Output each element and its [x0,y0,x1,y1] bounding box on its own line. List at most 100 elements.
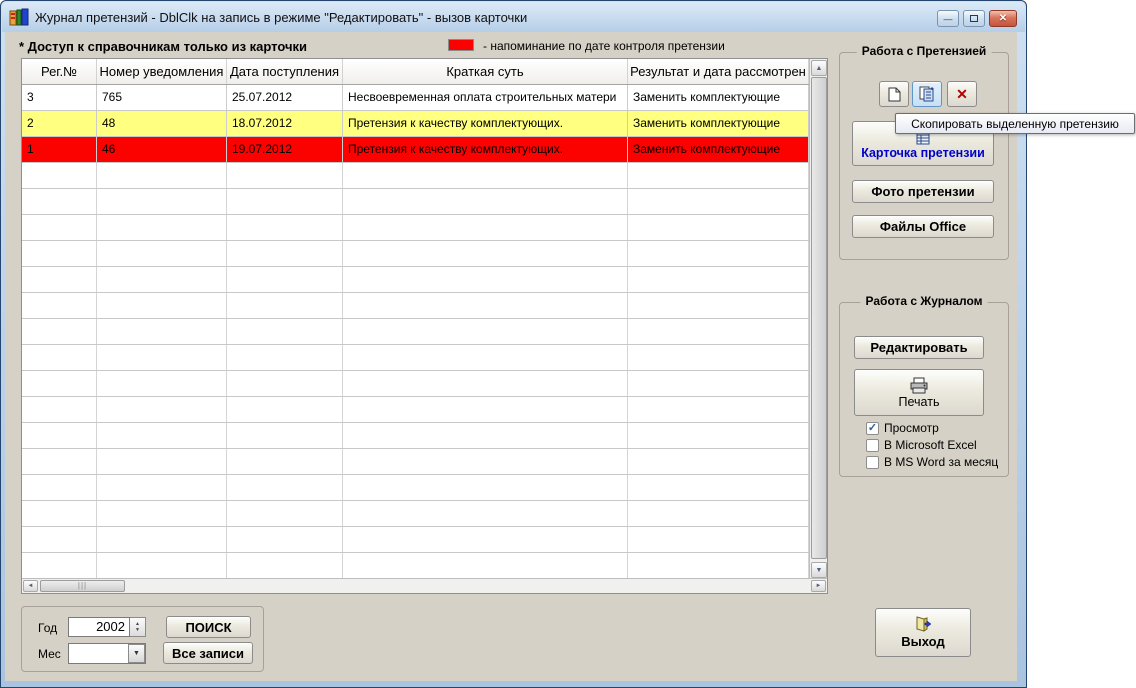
cell-reg: 1 [22,137,97,162]
dropdown-icon: ▼ [133,650,140,657]
vertical-scroll-thumb[interactable] [811,77,827,559]
table-row[interactable]: 3 765 25.07.2012 Несвоевременная оплата … [22,85,810,111]
copy-claim-tooltip: Скопировать выделенную претензию [895,113,1135,134]
app-window: Журнал претензий - DblClk на запись в ре… [0,0,1027,688]
search-button[interactable]: ПОИСК [166,616,251,638]
minimize-icon: — [943,13,953,24]
printer-icon [910,377,928,393]
claim-panel: Работа с Претензией ✕ Карточка претензии… [839,44,1009,260]
print-label: Печать [898,394,940,409]
table-row[interactable]: 2 48 18.07.2012 Претензия к качеству ком… [22,111,810,137]
word-checkbox-label: В MS Word за месяц [884,455,999,469]
edit-label: Редактировать [870,340,968,355]
table-empty-row [22,371,810,397]
print-button[interactable]: Печать [854,369,984,416]
exit-label: Выход [901,634,945,649]
scroll-down-icon: ▼ [815,567,823,574]
check-icon: ✓ [867,421,878,434]
cell-date: 19.07.2012 [227,137,343,162]
table-empty-row [22,553,810,579]
table-empty-row [22,423,810,449]
scroll-up-button[interactable]: ▲ [811,60,827,76]
new-claim-button[interactable] [879,81,909,107]
close-icon: ✕ [998,13,1008,24]
legend-color-swatch [448,39,474,51]
exit-button[interactable]: Выход [875,608,971,657]
table-row[interactable]: 1 46 19.07.2012 Претензия к качеству ком… [22,137,810,163]
col-header-reg[interactable]: Рег.№ [22,59,97,84]
cell-result: Заменить комплектующие [628,111,809,136]
col-header-num[interactable]: Номер уведомления [97,59,227,84]
word-checkbox-row[interactable]: ✓ В MS Word за месяц [866,455,998,469]
table-empty-row [22,397,810,423]
year-field[interactable]: 2002 [68,617,130,637]
cell-result: Заменить комплектующие [628,85,809,110]
col-header-date[interactable]: Дата поступления [227,59,343,84]
copy-icon [919,86,934,102]
cell-essence: Претензия к качеству комплектующих. [343,137,628,162]
scroll-right-icon: ► [815,583,822,589]
delete-claim-button[interactable]: ✕ [947,81,977,107]
excel-checkbox[interactable]: ✓ [866,438,879,452]
all-records-button[interactable]: Все записи [163,642,253,664]
cell-date: 18.07.2012 [227,111,343,136]
exit-door-icon [916,616,932,632]
claim-photo-button[interactable]: Фото претензии [852,180,994,203]
col-header-essence[interactable]: Краткая суть [343,59,628,84]
journal-panel: Работа с Журналом Редактировать Печать ✓… [839,294,1009,477]
cell-num: 765 [97,85,227,110]
search-panel: Год 2002 ▲ ▼ ПОИСК Мес ▼ Все записи [21,606,264,672]
horizontal-scrollbar[interactable]: ◄ ||| ► [22,578,827,593]
new-document-icon [888,87,900,101]
table-empty-row [22,527,810,553]
preview-checkbox-label: Просмотр [884,421,939,435]
close-button[interactable]: ✕ [989,10,1017,27]
claims-table: Рег.№ Номер уведомления Дата поступления… [21,58,828,594]
claim-card-label: Карточка претензии [861,145,985,160]
horizontal-scroll-thumb[interactable]: ||| [40,580,125,592]
cell-num: 48 [97,111,227,136]
cell-essence: Несвоевременная оплата строительных мате… [343,85,628,110]
scroll-right-button[interactable]: ► [811,580,826,592]
all-records-label: Все записи [171,645,245,661]
excel-checkbox-row[interactable]: ✓ В Microsoft Excel [866,438,977,452]
table-empty-row [22,241,810,267]
maximize-button[interactable] [963,10,985,27]
claim-panel-title: Работа с Претензией [856,44,992,58]
client-area: * Доступ к справочникам только из карточ… [5,32,1017,681]
maximize-icon [970,15,978,22]
table-empty-row [22,215,810,241]
word-checkbox[interactable]: ✓ [866,455,879,469]
titlebar[interactable]: Журнал претензий - DblClk на запись в ре… [2,2,1025,32]
month-dropdown-button[interactable]: ▼ [128,644,145,663]
claim-photo-label: Фото претензии [871,184,975,199]
table-empty-row [22,189,810,215]
grip-icon: ||| [77,581,88,590]
minimize-button[interactable]: — [937,10,959,27]
table-empty-row [22,163,810,189]
office-files-button[interactable]: Файлы Office [852,215,994,238]
scroll-left-button[interactable]: ◄ [23,580,38,592]
year-spinner[interactable]: ▲ ▼ [130,617,146,637]
tooltip-text: Скопировать выделенную претензию [911,116,1119,131]
year-label: Год [38,621,58,635]
scroll-down-button[interactable]: ▼ [811,562,827,578]
table-empty-row [22,293,810,319]
cell-date: 25.07.2012 [227,85,343,110]
journal-panel-title: Работа с Журналом [860,294,988,308]
scroll-left-icon: ◄ [27,583,34,589]
preview-checkbox-row[interactable]: ✓ Просмотр [866,421,939,435]
copy-claim-button[interactable] [912,81,942,107]
access-note: * Доступ к справочникам только из карточ… [19,39,308,54]
spin-down-icon: ▼ [135,627,140,633]
cell-reg: 3 [22,85,97,110]
excel-checkbox-label: В Microsoft Excel [884,438,977,452]
col-header-result[interactable]: Результат и дата рассмотрен [628,59,809,84]
office-files-label: Файлы Office [879,219,967,234]
vertical-scrollbar[interactable]: ▲ ▼ [809,59,827,579]
table-empty-row [22,449,810,475]
month-label: Мес [38,647,61,661]
table-empty-row [22,267,810,293]
edit-button[interactable]: Редактировать [854,336,984,359]
preview-checkbox[interactable]: ✓ [866,421,879,435]
